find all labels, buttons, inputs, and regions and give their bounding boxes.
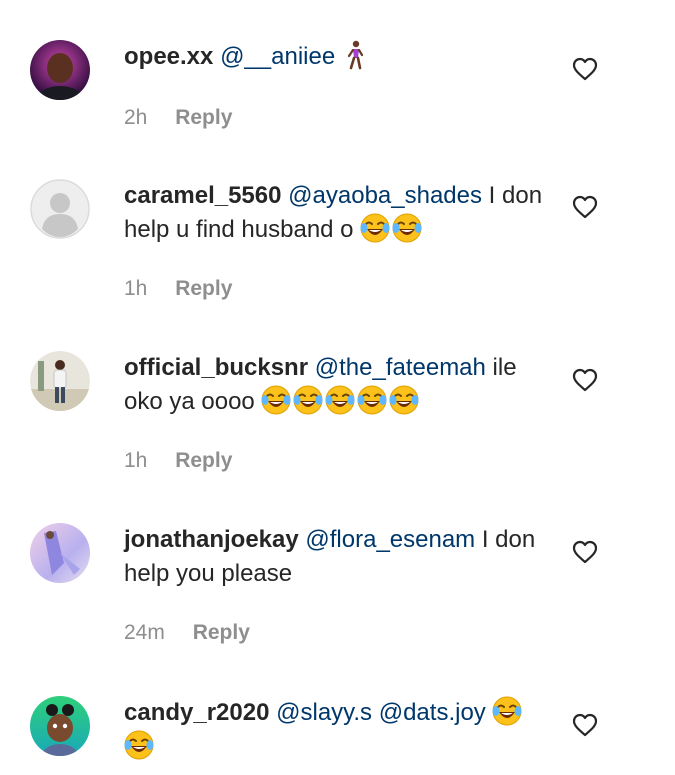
comment-meta: 1h Reply (124, 277, 232, 301)
face-with-tears-of-joy-icon (392, 213, 422, 243)
comment-time: 24m (124, 621, 165, 644)
face-with-tears-of-joy-icon (325, 385, 355, 415)
avatar[interactable] (30, 351, 90, 411)
comment-time: 1h (124, 449, 148, 472)
avatar[interactable] (30, 40, 90, 100)
avatar[interactable] (30, 523, 90, 583)
comment-username[interactable]: jonathanjoekay (124, 526, 299, 553)
comment-mention[interactable]: @flora_esenam (305, 526, 475, 553)
comment-meta: 2h Reply (124, 106, 232, 130)
person-walking-icon (342, 40, 368, 70)
comment-time: 2h (124, 106, 148, 129)
heart-icon[interactable] (572, 713, 598, 737)
comment-mention[interactable]: @the_fateemah (315, 354, 486, 381)
comment-username[interactable]: official_bucksnr (124, 354, 308, 381)
comment-time: 1h (124, 277, 148, 300)
comment-list: opee.xx @__aniiee 2h Reply caramel_5560 … (0, 0, 675, 775)
face-with-tears-of-joy-icon (389, 385, 419, 415)
avatar[interactable] (30, 696, 90, 756)
face-with-tears-of-joy-icon (357, 385, 387, 415)
comment-mention[interactable]: @ayaoba_shades (288, 182, 482, 209)
heart-icon[interactable] (572, 57, 598, 81)
reply-button[interactable]: Reply (193, 621, 250, 644)
comment-body: jonathanjoekay @flora_esenam I don help … (124, 523, 544, 591)
face-with-tears-of-joy-icon (293, 385, 323, 415)
avatar[interactable] (30, 179, 90, 239)
heart-icon[interactable] (572, 540, 598, 564)
face-with-tears-of-joy-icon (492, 696, 522, 726)
comment-body: caramel_5560 @ayaoba_shades I don help u… (124, 179, 544, 247)
face-with-tears-of-joy-icon (360, 213, 390, 243)
comment-body: opee.xx @__aniiee (124, 40, 544, 74)
emoji-group (261, 385, 421, 415)
comment-meta: 24m Reply (124, 621, 250, 645)
face-with-tears-of-joy-icon (124, 730, 154, 760)
comment-body: official_bucksnr @the_fateemah ile oko y… (124, 351, 544, 419)
comment-username[interactable]: caramel_5560 (124, 182, 281, 209)
comment-username[interactable]: opee.xx (124, 43, 213, 70)
comment-mention[interactable]: @__aniiee (220, 43, 335, 70)
comment-username[interactable]: candy_r2020 (124, 699, 269, 726)
heart-icon[interactable] (572, 195, 598, 219)
comment-mention[interactable]: @slayy.s @dats.joy (276, 699, 486, 726)
reply-button[interactable]: Reply (175, 106, 232, 129)
comment-meta: 1h Reply (124, 449, 232, 473)
reply-button[interactable]: Reply (175, 277, 232, 300)
heart-icon[interactable] (572, 368, 598, 392)
emoji-group (360, 213, 424, 243)
comment-body: candy_r2020 @slayy.s @dats.joy (124, 696, 544, 764)
face-with-tears-of-joy-icon (261, 385, 291, 415)
reply-button[interactable]: Reply (175, 449, 232, 472)
